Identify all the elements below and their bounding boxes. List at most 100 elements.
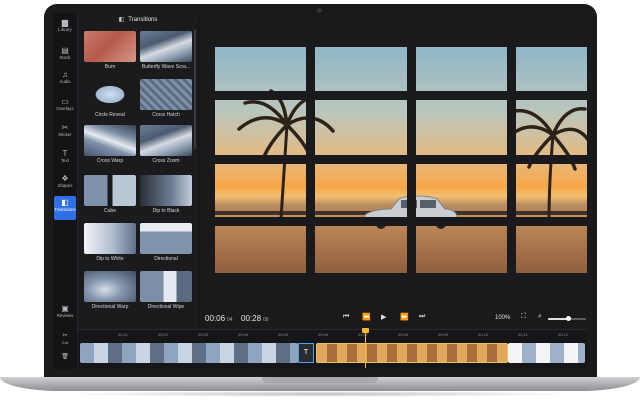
transition-thumb-directional-warp[interactable] (84, 271, 136, 302)
zoom-icon: ⌕ (538, 313, 542, 320)
current-timecode: 00:06 04 (205, 314, 233, 323)
clip-sunset[interactable] (316, 343, 508, 363)
sidebar-item-shapes[interactable]: ❖ Shapes (53, 172, 77, 196)
zoom-slider[interactable] (548, 316, 586, 321)
ruler-tick: 00:02 (158, 332, 169, 337)
transition-label: Butterfly Wave Scra... (141, 64, 191, 70)
sidebar-item-label: Shapes (57, 183, 73, 188)
transition-label: Circle Reveal (95, 112, 125, 118)
sidebar-item-sticker[interactable]: ✂ Sticker (53, 121, 77, 145)
grid-line (507, 47, 516, 273)
playback-controls: 00:06 04 00:28 00 ⏮ ⏪ ▶ ⏩ ⏭ 100% ⛶ ⌕ (199, 311, 587, 329)
sidebar-item-reviews[interactable]: ▣ Reviews (53, 302, 77, 326)
text-icon: T (62, 149, 68, 158)
rewind-icon[interactable]: ⏪ (362, 313, 371, 321)
transition-thumb-directional[interactable] (140, 223, 192, 254)
sidebar-item-overlays[interactable]: ▭ Overlays (53, 95, 77, 119)
clip-snow[interactable] (508, 343, 585, 363)
transition-thumb-cube[interactable] (84, 175, 136, 206)
ruler-tick: 00:08 (398, 332, 409, 337)
ruler-tick: 00:04 (238, 332, 249, 337)
preview-area (199, 13, 587, 329)
transition-thumb-dip-to-white[interactable] (84, 223, 136, 254)
transition-thumb-burn[interactable] (84, 31, 136, 62)
sidebar: ▆ Library ▤ Stock ♫ Audio ▭ Overlays ✂ S… (53, 13, 78, 369)
sidebar-item-label: Audio (59, 79, 71, 84)
sidebar-item-transitions[interactable]: ◧ Transitions (54, 196, 76, 220)
sidebar-item-stock[interactable]: ▤ Stock (53, 44, 77, 68)
transition-thumb-cross-zoom[interactable] (140, 125, 192, 156)
sidebar-item-label: Sticker (58, 132, 72, 137)
transition-label: Cross Zoom (152, 158, 180, 164)
ruler-tick: 00:09 (438, 332, 449, 337)
scissors-icon: ✂ (62, 333, 68, 339)
sidebar-item-text[interactable]: T Text (53, 147, 77, 171)
skip-start-icon[interactable]: ⏮ (343, 313, 349, 321)
ruler-tick: 00:10 (478, 332, 489, 337)
sidebar-item-library[interactable]: ▆ Library (53, 16, 77, 40)
transition-label: Cross Warp (96, 158, 124, 164)
cut-label: Cut (61, 340, 69, 345)
transitions-panel: ◧ Transitions Burn Butterfly Wave Scra...… (78, 13, 198, 329)
grid-line (407, 47, 416, 273)
transition-label: Directional (154, 256, 178, 262)
clip-mountains[interactable] (80, 343, 298, 363)
ruler-tick: 00:12 (558, 332, 569, 337)
transition-thumb-butterfly[interactable] (140, 31, 192, 62)
panel-header: ◧ Transitions (78, 13, 198, 27)
timeline: 00:01 00:02 00:03 00:04 00:05 00:06 00:07 00:08… (78, 328, 587, 369)
transition-thumb-directional-wipe[interactable] (140, 271, 192, 302)
sidebar-item-label: Library (58, 27, 72, 32)
transition-label: Dip to White (96, 256, 124, 262)
laptop-shadow (60, 391, 580, 397)
sticker-icon: ✂ (61, 123, 69, 132)
sidebar-item-label: Stock (59, 55, 71, 60)
cut-tool[interactable]: ✂ Cut (53, 332, 77, 345)
folder-icon: ▆ (61, 18, 69, 27)
ruler-tick: 00:06 (318, 332, 329, 337)
transition-label: Directional Warp (91, 304, 129, 310)
skip-end-icon[interactable]: ⏭ (419, 313, 425, 321)
reviews-icon: ▣ (61, 304, 69, 313)
ruler-tick: 00:11 (518, 332, 528, 337)
timeline-tools: ✂ Cut 🗑 (53, 329, 78, 369)
transition-label: Burn (104, 64, 116, 70)
transition-marker[interactable]: T (298, 343, 314, 363)
music-note-icon: ♫ (62, 70, 68, 79)
transition-label: Cross Hatch (152, 112, 180, 118)
zoom-level: 100% (495, 315, 511, 321)
video-track: T (80, 343, 585, 363)
transition-thumb-circle-reveal[interactable] (84, 79, 136, 110)
delete-tool[interactable]: 🗑 (53, 353, 77, 361)
app-screen: ▆ Library ▤ Stock ♫ Audio ▭ Overlays ✂ S… (53, 13, 587, 369)
stock-icon: ▤ (61, 46, 69, 55)
panel-scrollbar[interactable] (194, 29, 196, 149)
transitions-icon: ◧ (118, 17, 125, 23)
transition-thumb-cross-hatch[interactable] (140, 79, 192, 110)
playhead[interactable] (365, 328, 366, 368)
ruler-tick: 00:01 (118, 332, 129, 337)
zoom-slider-knob[interactable] (566, 316, 572, 321)
transition-label: Directional Wipe (147, 304, 185, 310)
transitions-icon: ◧ (61, 198, 69, 207)
play-icon[interactable]: ▶ (381, 313, 386, 321)
transition-thumb-cross-warp[interactable] (84, 125, 136, 156)
sidebar-item-audio[interactable]: ♫ Audio (53, 68, 77, 92)
grid-line (215, 91, 587, 100)
sidebar-item-label: Transitions (54, 207, 76, 212)
grid-line (215, 217, 587, 226)
sidebar-item-label: Overlays (56, 106, 74, 111)
total-timecode: 00:28 00 (241, 314, 269, 323)
transition-thumb-dip-to-black[interactable] (140, 175, 192, 206)
sidebar-item-label: Reviews (56, 313, 74, 318)
video-preview[interactable] (215, 47, 587, 273)
transition-label: Dip to Black (152, 208, 180, 214)
panel-title: Transitions (128, 17, 158, 23)
fast-forward-icon[interactable]: ⏩ (400, 313, 409, 321)
grid-line (215, 155, 587, 164)
ruler-tick: 00:05 (278, 332, 289, 337)
trash-icon: 🗑 (61, 354, 69, 360)
laptop-notch (262, 377, 378, 383)
overlays-icon: ▭ (61, 97, 69, 106)
fullscreen-icon[interactable]: ⛶ (521, 313, 526, 321)
